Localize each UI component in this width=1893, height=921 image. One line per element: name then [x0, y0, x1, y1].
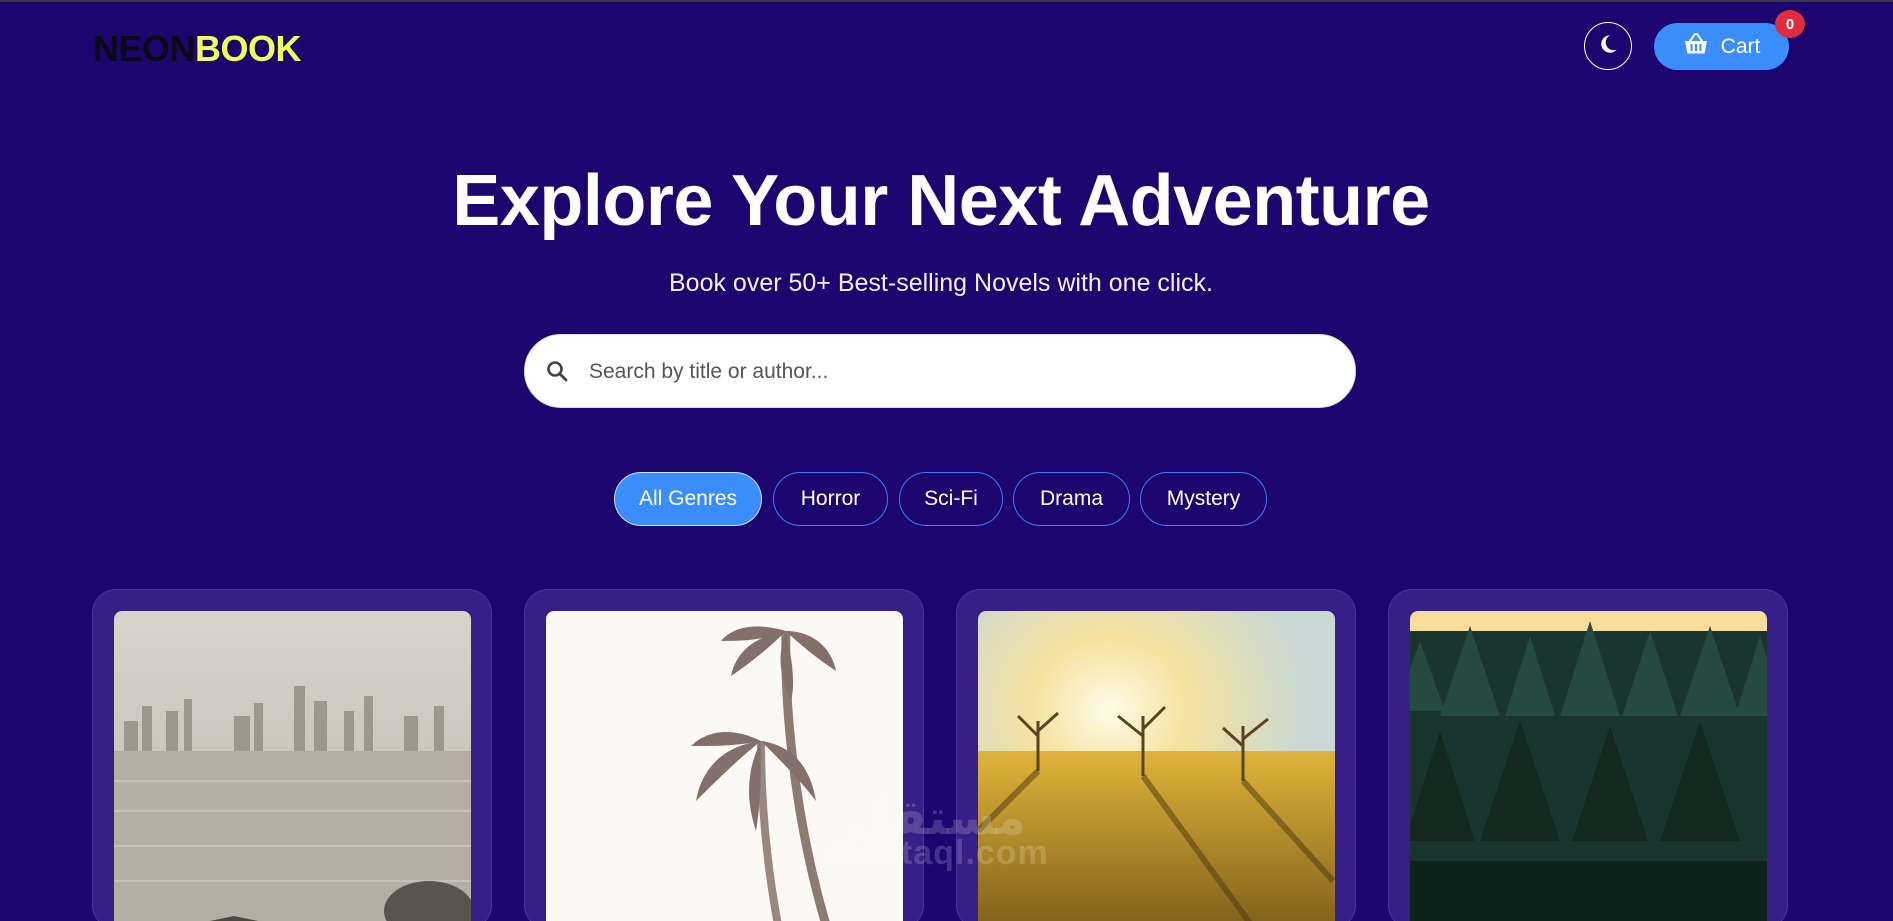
palm-trees-image: [546, 611, 903, 921]
sunlit-field-trees-image: [978, 611, 1335, 921]
page: NEONBOOK Cart 0 Explore Your Next Advent…: [0, 0, 1893, 921]
brand-logo[interactable]: NEONBOOK: [93, 28, 302, 70]
genre-chip-drama[interactable]: Drama: [1013, 472, 1130, 526]
genre-chip-mystery[interactable]: Mystery: [1140, 472, 1267, 526]
watermark: مستقل mostaql.com: [828, 790, 1049, 873]
brand-part-neon: NEON: [93, 28, 196, 69]
hero-title: Explore Your Next Adventure: [452, 161, 1430, 241]
book-card[interactable]: [92, 589, 492, 921]
dark-forest-image: [1410, 611, 1767, 921]
hero-subtitle: Book over 50+ Best-selling Novels with o…: [668, 269, 1213, 297]
genre-filter: All Genres Horror Sci-Fi Drama Mystery: [0, 472, 1893, 526]
moon-icon: [1597, 33, 1619, 60]
top-border: [0, 0, 1893, 2]
city-skyline-water-image: [114, 611, 471, 921]
cart-button[interactable]: Cart: [1654, 23, 1789, 70]
search-input[interactable]: [587, 335, 1331, 409]
cart-count-badge: 0: [1775, 10, 1805, 38]
brand-part-book: BOOK: [195, 28, 302, 69]
search-bar[interactable]: [524, 334, 1356, 409]
genre-chip-horror[interactable]: Horror: [773, 472, 888, 526]
theme-toggle-button[interactable]: [1584, 22, 1632, 70]
search-icon: [545, 359, 569, 388]
genre-chip-scifi[interactable]: Sci-Fi: [899, 472, 1003, 526]
book-card[interactable]: [1388, 589, 1788, 921]
cart-label: Cart: [1720, 34, 1761, 58]
genre-chip-all[interactable]: All Genres: [614, 472, 762, 526]
basket-icon: [1683, 32, 1709, 62]
watermark-latin: mostaql.com: [828, 834, 1049, 872]
